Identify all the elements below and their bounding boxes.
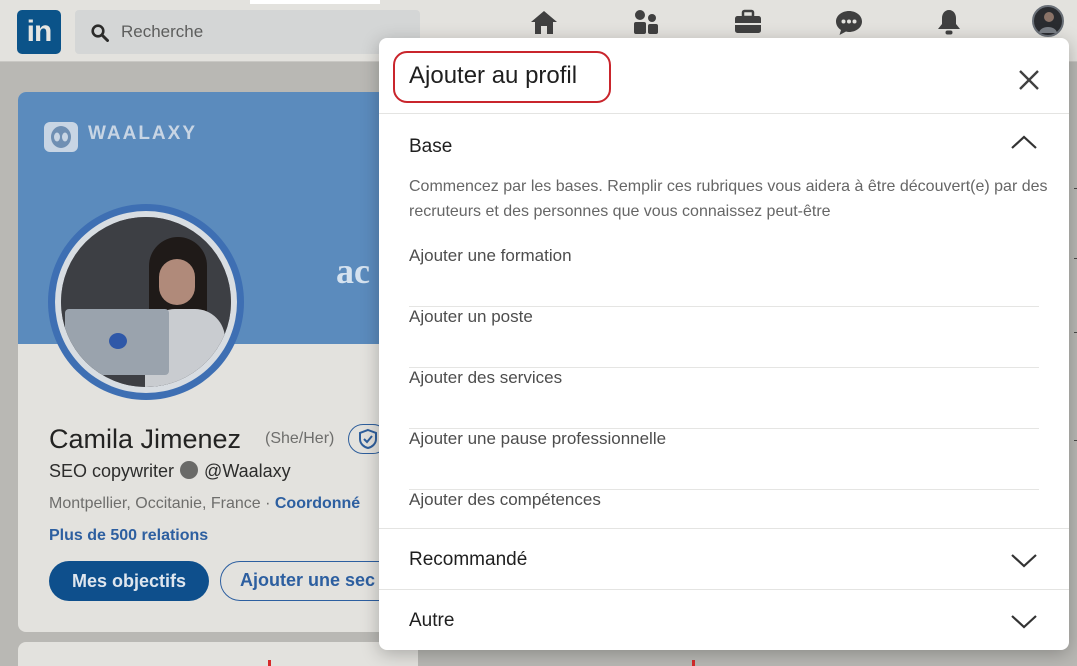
red-annotation-mark <box>268 660 271 666</box>
section-label: Base <box>409 136 453 157</box>
profile-location: Montpellier, Occitanie, France · Coordon… <box>49 495 360 513</box>
add-to-profile-modal: Ajouter au profil Base Commencez par les… <box>379 38 1069 650</box>
linkedin-logo[interactable]: in <box>17 10 61 54</box>
item-label: Ajouter une formation <box>409 246 572 265</box>
waalaxy-alien-icon <box>44 122 78 152</box>
home-icon[interactable] <box>529 8 559 36</box>
item-label: Ajouter des services <box>409 368 563 387</box>
item-label: Ajouter des compétences <box>409 490 601 509</box>
network-icon[interactable] <box>631 8 661 36</box>
item-label: Ajouter un poste <box>409 307 533 326</box>
alien-emoji-icon <box>180 461 199 479</box>
me-avatar[interactable] <box>1032 5 1064 37</box>
contact-info-link[interactable]: Coordonné <box>275 495 360 512</box>
banner-tagline-fragment: ac <box>336 251 370 291</box>
search-icon <box>91 24 109 42</box>
red-annotation-mark <box>692 660 695 666</box>
section-label: Autre <box>409 610 455 631</box>
add-position-item[interactable]: Ajouter un poste <box>409 307 1039 368</box>
profile-photo[interactable] <box>48 204 244 400</box>
profile-pronouns: (She/Her) <box>265 430 335 447</box>
location-text: Montpellier, Occitanie, France · <box>49 495 275 512</box>
chevron-down-icon <box>1011 615 1037 629</box>
profile-headline: SEO copywriter @Waalaxy <box>49 461 291 482</box>
banner-brand-text: WAALAXY <box>88 123 197 144</box>
messaging-icon[interactable] <box>834 8 864 36</box>
connections-link[interactable]: Plus de 500 relations <box>49 527 208 545</box>
modal-title: Ajouter au profil <box>409 62 578 89</box>
item-label: Ajouter une pause professionnelle <box>409 429 667 448</box>
headline-handle: @Waalaxy <box>204 461 291 481</box>
modal-header: Ajouter au profil <box>379 38 1069 114</box>
section-other-toggle[interactable]: Autre <box>379 590 1069 650</box>
section-recommended-toggle[interactable]: Recommandé <box>379 529 1069 589</box>
add-education-item[interactable]: Ajouter une formation <box>409 246 1039 307</box>
profile-card: WAALAXY ac Camila Jimenez (She/Her) SEO … <box>18 92 418 632</box>
profile-name: Camila Jimenez <box>49 424 242 454</box>
search-placeholder: Recherche <box>121 22 204 41</box>
chevron-down-icon <box>1011 554 1037 568</box>
jobs-icon[interactable] <box>733 8 763 36</box>
notifications-icon[interactable] <box>934 8 964 36</box>
goals-button[interactable]: Mes objectifs <box>49 561 209 601</box>
chevron-up-icon <box>1011 135 1037 149</box>
section-base-description: Commencez par les bases. Remplir ces rub… <box>409 178 1048 220</box>
add-services-item[interactable]: Ajouter des services <box>409 368 1039 429</box>
page-edge <box>250 0 380 4</box>
next-profile-card <box>18 642 418 666</box>
headline-text: SEO copywriter <box>49 461 175 481</box>
add-career-break-item[interactable]: Ajouter une pause professionnelle <box>409 429 1039 490</box>
search-input[interactable]: Recherche <box>75 10 420 54</box>
close-icon[interactable] <box>1009 60 1049 100</box>
section-label: Recommandé <box>409 549 528 570</box>
section-base-toggle[interactable]: Base <box>379 114 1069 174</box>
